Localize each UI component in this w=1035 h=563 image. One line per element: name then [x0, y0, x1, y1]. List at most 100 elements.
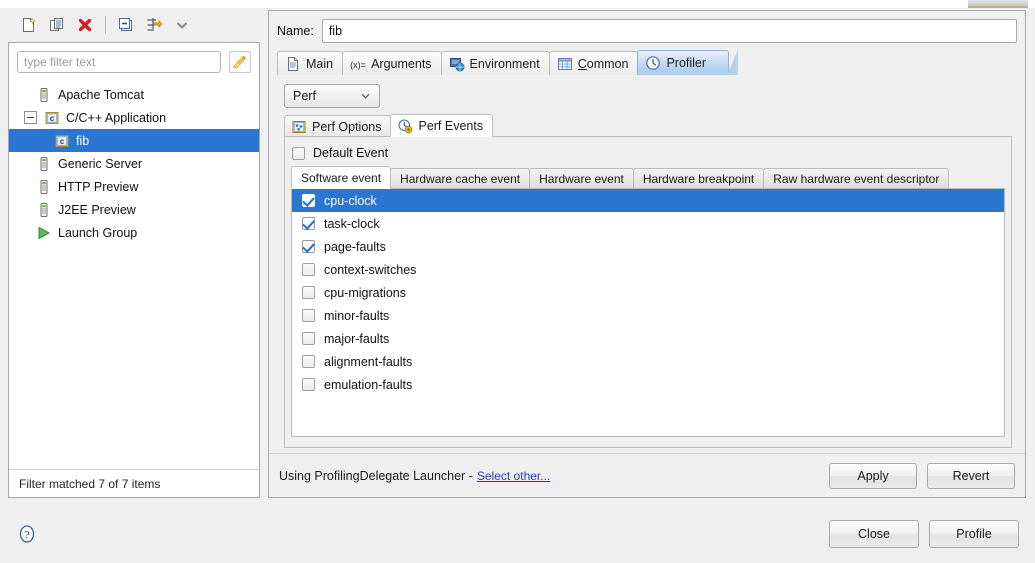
profiler-provider-value: Perf: [293, 89, 316, 103]
event-row[interactable]: task-clock: [292, 212, 1004, 235]
select-other-launcher-link[interactable]: Select other...: [477, 469, 550, 483]
event-checkbox[interactable]: [302, 332, 315, 345]
filter-configurations-button[interactable]: [141, 13, 167, 37]
tree-item-label: fib: [76, 133, 90, 148]
svg-text:(x)=: (x)=: [350, 60, 366, 70]
profiler-tab-content: Perf Perf Options Perf Events Default Eve…: [277, 75, 1017, 453]
profile-button[interactable]: Profile: [929, 519, 1019, 548]
configuration-editor-panel: Name: Main (x)= Arguments Environment Common…: [268, 10, 1026, 498]
tree-item-generic-server[interactable]: Generic Server: [9, 152, 259, 175]
tab-common[interactable]: Common: [548, 51, 639, 75]
configurations-tree[interactable]: Apache Tomcat c C/C++ Application c fib Gener…: [9, 83, 259, 467]
configurations-tree-box: Apache Tomcat c C/C++ Application c fib Gener…: [8, 42, 260, 498]
tree-item-apache-tomcat[interactable]: Apache Tomcat: [9, 83, 259, 106]
filter-row: [17, 51, 251, 73]
delete-launch-configuration-button[interactable]: [72, 13, 98, 37]
default-event-checkbox[interactable]: [292, 146, 305, 160]
default-event-label: Default Event: [313, 146, 389, 160]
duplicate-launch-configuration-button[interactable]: [44, 13, 70, 37]
event-row[interactable]: minor-faults: [292, 304, 1004, 327]
event-category-tabs[interactable]: Software event Hardware cache event Hardwa…: [291, 166, 1005, 189]
event-row[interactable]: context-switches: [292, 258, 1004, 281]
tree-item-launch-group[interactable]: Launch Group: [9, 221, 259, 244]
server-icon: [35, 201, 53, 219]
tree-item-http-preview[interactable]: HTTP Preview: [9, 175, 259, 198]
tab-profiler[interactable]: Profiler: [637, 50, 738, 75]
event-checkbox[interactable]: [302, 355, 315, 368]
event-label: context-switches: [324, 262, 417, 277]
clock-icon: [645, 55, 661, 71]
perf-events-icon: [397, 118, 413, 134]
close-button[interactable]: Close: [829, 519, 919, 548]
view-menu-button[interactable]: [169, 13, 195, 37]
profiler-sub-tabs[interactable]: Perf Options Perf Events: [284, 114, 1012, 137]
event-checkbox[interactable]: [302, 309, 315, 322]
tree-item-label: J2EE Preview: [58, 202, 136, 217]
server-icon: [35, 178, 53, 196]
toolbar-separator: [105, 16, 106, 34]
server-icon: [40, 179, 48, 194]
event-label: emulation-faults: [324, 377, 413, 392]
subtab-perf-events[interactable]: Perf Events: [390, 114, 494, 137]
tab-main[interactable]: Main: [277, 51, 344, 75]
tree-item-c-c-application[interactable]: c C/C++ Application: [9, 106, 259, 129]
c-app-icon: c: [43, 109, 61, 127]
help-button[interactable]: ?: [16, 523, 38, 545]
event-checkbox[interactable]: [302, 217, 315, 230]
tree-expander-collapse-icon[interactable]: [24, 111, 37, 124]
tab-arguments[interactable]: (x)= Arguments: [342, 51, 442, 75]
event-row[interactable]: cpu-clock: [292, 189, 1004, 212]
event-row[interactable]: major-faults: [292, 327, 1004, 350]
subtab-perf-options[interactable]: Perf Options: [284, 115, 392, 137]
clear-filter-button[interactable]: [229, 51, 251, 73]
event-tab-hardware-event[interactable]: Hardware event: [529, 168, 634, 189]
tree-item-fib[interactable]: c fib: [9, 129, 259, 152]
default-event-row[interactable]: Default Event: [292, 143, 388, 163]
event-row[interactable]: cpu-migrations: [292, 281, 1004, 304]
tab-environment[interactable]: Environment: [440, 51, 550, 75]
green-play-icon: [38, 226, 50, 239]
event-tab-label: Raw hardware event descriptor: [773, 172, 940, 186]
configuration-tabs[interactable]: Main (x)= Arguments Environment Common Profil…: [277, 50, 1017, 76]
window-top-edge: [0, 0, 1035, 8]
configuration-name-input[interactable]: [321, 19, 1017, 43]
name-label: Name:: [277, 24, 314, 38]
common-table-icon: [557, 57, 572, 70]
perf-options-icon: [291, 119, 307, 135]
event-row[interactable]: alignment-faults: [292, 350, 1004, 373]
perf-options-icon: [292, 120, 306, 133]
event-tab-raw-hardware-event-descriptor[interactable]: Raw hardware event descriptor: [763, 168, 950, 189]
event-checkbox[interactable]: [302, 286, 315, 299]
tree-item-j2ee-preview[interactable]: J2EE Preview: [9, 198, 259, 221]
subtab-label: Perf Events: [418, 119, 484, 133]
event-checkbox[interactable]: [302, 240, 315, 253]
apply-button[interactable]: Apply: [829, 462, 917, 489]
svg-text:c: c: [60, 137, 65, 146]
event-tab-label: Hardware event: [539, 172, 624, 186]
name-row: Name:: [277, 19, 1017, 43]
tree-item-label: HTTP Preview: [58, 179, 139, 194]
launch-configurations-dialog: Apache Tomcat c C/C++ Application c fib Gener…: [0, 8, 1035, 563]
event-tab-software-event[interactable]: Software event: [291, 166, 392, 189]
revert-button[interactable]: Revert: [927, 462, 1015, 489]
event-checkbox[interactable]: [302, 263, 315, 276]
event-label: cpu-migrations: [324, 285, 406, 300]
profiler-provider-combo[interactable]: Perf: [284, 84, 380, 108]
event-row[interactable]: emulation-faults: [292, 373, 1004, 396]
event-checkbox[interactable]: [302, 194, 315, 207]
event-label: cpu-clock: [324, 193, 377, 208]
filter-input[interactable]: [17, 51, 221, 73]
event-tab-label: Hardware cache event: [400, 172, 521, 186]
collapse-all-button[interactable]: [113, 13, 139, 37]
event-label: major-faults: [324, 331, 390, 346]
event-tab-hardware-breakpoint[interactable]: Hardware breakpoint: [632, 168, 765, 189]
event-row[interactable]: page-faults: [292, 235, 1004, 258]
perf-events-icon: [398, 119, 413, 134]
event-tab-hardware-cache-event[interactable]: Hardware cache event: [390, 168, 531, 189]
tab-label: Environment: [469, 56, 540, 71]
software-event-list[interactable]: cpu-clock task-clock page-faults context-sw…: [291, 188, 1005, 437]
new-launch-configuration-button[interactable]: [16, 13, 42, 37]
c-app-icon: c: [55, 134, 69, 147]
event-checkbox[interactable]: [302, 378, 315, 391]
green-play-icon: [35, 224, 53, 242]
